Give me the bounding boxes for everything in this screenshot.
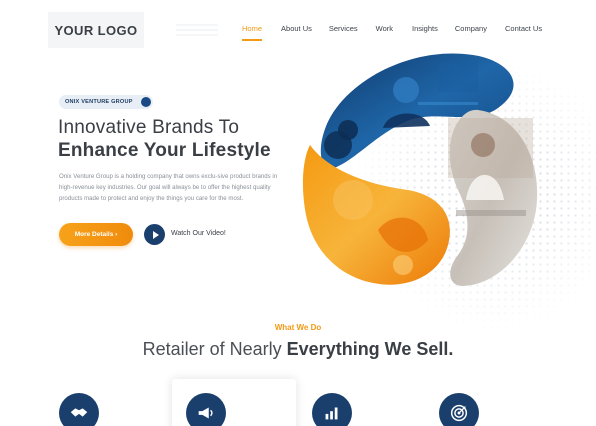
gray-photo-petal — [448, 109, 538, 287]
bar-chart-icon[interactable] — [312, 393, 352, 426]
faded-nav-placeholder — [176, 24, 218, 38]
nav-item-home[interactable]: Home — [242, 24, 263, 41]
watch-video-link[interactable]: Watch Our Video! — [171, 230, 226, 237]
target-glyph — [450, 404, 468, 422]
section-subtitle: What We Do — [274, 323, 322, 332]
company-badge: ONIX VENTURE GROUP — [59, 95, 153, 109]
nav-item-about-us[interactable]: About Us — [281, 24, 312, 33]
nav-item-contact-us[interactable]: Contact Us — [505, 24, 542, 33]
megaphone-icon[interactable] — [186, 393, 226, 426]
nav-item-work[interactable]: Work — [376, 24, 393, 33]
badge-label: ONIX VENTURE GROUP — [65, 99, 133, 105]
megaphone-glyph — [198, 407, 213, 419]
hero-title-line2: Enhance Your Lifestyle — [58, 140, 271, 161]
section-title-light: Retailer of Nearly — [142, 339, 287, 359]
hero-image-collage — [302, 53, 538, 287]
section-title-bold: Everything We Sell. — [286, 339, 454, 359]
hero-title-line1: Innovative Brands To — [58, 117, 240, 138]
hero-description: Onix Venture Group is a holding company … — [59, 173, 278, 202]
nav-item-insights[interactable]: Insights — [412, 24, 438, 33]
more-details-button[interactable]: More Details › — [59, 223, 133, 246]
play-video-button[interactable] — [144, 224, 165, 245]
landing-page: YOUR LOGO Home About Us Services Work In… — [0, 0, 596, 426]
nav-item-company[interactable]: Company — [455, 24, 487, 33]
logo-text: YOUR LOGO — [54, 22, 138, 38]
site-logo[interactable]: YOUR LOGO — [48, 12, 144, 48]
nav-item-services[interactable]: Services — [329, 24, 358, 33]
bar-chart-glyph — [325, 407, 338, 420]
handshake-icon[interactable] — [59, 393, 99, 426]
handshake-glyph — [70, 408, 88, 417]
badge-dot-icon — [140, 97, 151, 107]
target-icon[interactable] — [439, 393, 479, 426]
section-title: Retailer of Nearly Everything We Sell. — [0, 339, 596, 360]
main-nav: Home About Us Services Work Insights Com… — [242, 24, 542, 41]
play-icon — [152, 230, 159, 239]
